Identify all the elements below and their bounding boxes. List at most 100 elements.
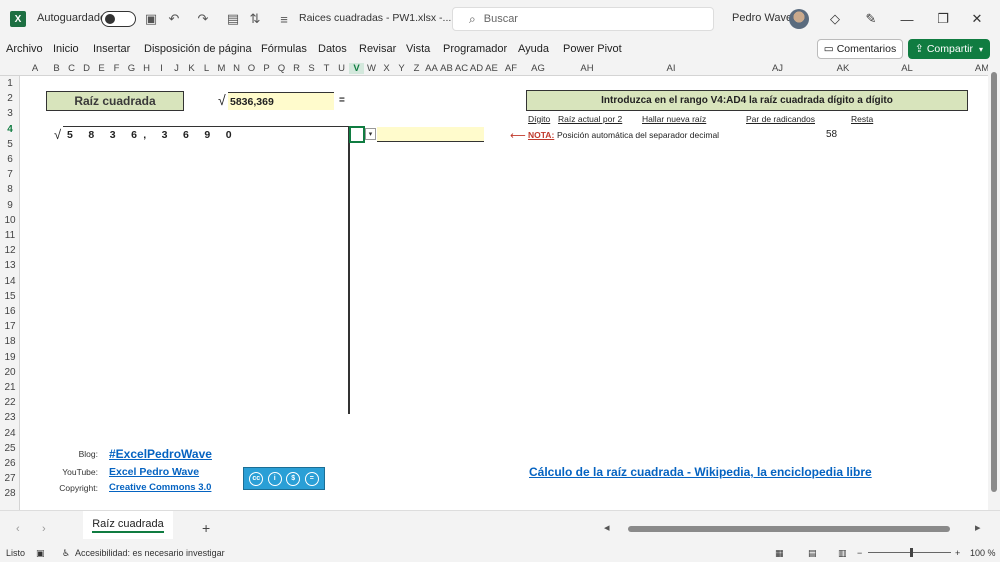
row-header-5[interactable]: 5 bbox=[0, 139, 20, 150]
worksheet-grid[interactable]: Raíz cuadrada √ 5836,369 = Introduzca en… bbox=[21, 76, 988, 510]
next-sheet-icon[interactable]: › bbox=[42, 523, 46, 535]
menu-programador[interactable]: Programador bbox=[443, 43, 507, 55]
row-header-16[interactable]: 16 bbox=[0, 306, 20, 317]
undo-icon[interactable]: ↶ bbox=[165, 10, 183, 28]
menu-power-pivot[interactable]: Power Pivot bbox=[563, 43, 622, 55]
pen-icon[interactable]: ✎ bbox=[860, 9, 882, 29]
youtube-label[interactable]: YouTube: bbox=[38, 467, 98, 477]
column-header-af[interactable]: AF bbox=[499, 63, 523, 74]
row-header-2[interactable]: 2 bbox=[0, 93, 20, 104]
row-header-8[interactable]: 8 bbox=[0, 184, 20, 195]
menu-revisar[interactable]: Revisar bbox=[359, 43, 396, 55]
column-header-x[interactable]: X bbox=[379, 63, 394, 74]
search-input[interactable]: ⌕ Buscar bbox=[452, 7, 714, 31]
note-label[interactable]: NOTA: bbox=[528, 130, 554, 140]
diamond-icon[interactable]: ◇ bbox=[824, 9, 846, 29]
column-header-c[interactable]: C bbox=[64, 63, 79, 74]
column-header-t[interactable]: T bbox=[319, 63, 334, 74]
hscroll-right-icon[interactable]: ▸ bbox=[975, 521, 981, 534]
dropdown-arrow-icon[interactable]: ▾ bbox=[365, 128, 376, 140]
vertical-scroll-thumb[interactable] bbox=[991, 72, 997, 492]
column-header-al[interactable]: AL bbox=[852, 63, 962, 74]
column-header-aa[interactable]: AA bbox=[424, 63, 439, 74]
zoom-knob[interactable] bbox=[910, 548, 913, 557]
column-header-z[interactable]: Z bbox=[409, 63, 424, 74]
menu-vista[interactable]: Vista bbox=[406, 43, 430, 55]
share-button[interactable]: ⇪ Compartir ▾ bbox=[908, 39, 990, 59]
column-header-s[interactable]: S bbox=[304, 63, 319, 74]
label-raiz-actual[interactable]: Raíz actual por 2 bbox=[558, 114, 622, 124]
menu-formulas[interactable]: Fórmulas bbox=[261, 43, 307, 55]
youtube-link[interactable]: Excel Pedro Wave bbox=[109, 466, 199, 478]
column-header-v[interactable]: V bbox=[349, 63, 364, 74]
radicand-cell[interactable]: 5836,369 bbox=[228, 92, 334, 110]
creative-commons-badge[interactable]: cc i $ = bbox=[243, 467, 325, 490]
form-icon[interactable]: ▤ bbox=[224, 10, 242, 28]
row-header-9[interactable]: 9 bbox=[0, 200, 20, 211]
sheet-title-cell[interactable]: Raíz cuadrada bbox=[46, 91, 184, 111]
input-range-cells[interactable] bbox=[377, 127, 484, 142]
row-header-12[interactable]: 12 bbox=[0, 245, 20, 256]
copyright-label[interactable]: Copyright: bbox=[38, 483, 98, 493]
menu-datos[interactable]: Datos bbox=[318, 43, 347, 55]
column-header-g[interactable]: G bbox=[124, 63, 139, 74]
column-header-a[interactable]: A bbox=[21, 63, 49, 74]
horizontal-scroll-thumb[interactable] bbox=[628, 526, 950, 532]
column-header-i[interactable]: I bbox=[154, 63, 169, 74]
row-header-10[interactable]: 10 bbox=[0, 215, 20, 226]
instruction-header[interactable]: Introduzca en el rango V4:AD4 la raíz cu… bbox=[526, 90, 968, 111]
resta-value[interactable]: 58 bbox=[826, 129, 837, 140]
vertical-scrollbar[interactable] bbox=[988, 62, 1000, 522]
label-par-radicandos[interactable]: Par de radicandos bbox=[746, 114, 815, 124]
page-layout-icon[interactable]: ▤ bbox=[808, 548, 817, 559]
label-hallar-nueva[interactable]: Hallar nueva raíz bbox=[642, 114, 706, 124]
row-header-27[interactable]: 27 bbox=[0, 473, 20, 484]
column-header-ab[interactable]: AB bbox=[439, 63, 454, 74]
column-header-n[interactable]: N bbox=[229, 63, 244, 74]
column-header-d[interactable]: D bbox=[79, 63, 94, 74]
row-header-1[interactable]: 1 bbox=[0, 78, 20, 89]
row-header-20[interactable]: 20 bbox=[0, 367, 20, 378]
blog-link[interactable]: #ExcelPedroWave bbox=[109, 447, 212, 461]
column-header-e[interactable]: E bbox=[94, 63, 109, 74]
normal-view-icon[interactable]: ▦ bbox=[775, 548, 784, 559]
column-header-o[interactable]: O bbox=[244, 63, 259, 74]
customize-toolbar-icon[interactable]: ≡ bbox=[275, 10, 293, 28]
copyright-link[interactable]: Creative Commons 3.0 bbox=[109, 482, 211, 493]
column-header-j[interactable]: J bbox=[169, 63, 184, 74]
redo-icon[interactable]: ↷ bbox=[194, 10, 212, 28]
column-header-ac[interactable]: AC bbox=[454, 63, 469, 74]
row-header-22[interactable]: 22 bbox=[0, 397, 20, 408]
column-header-k[interactable]: K bbox=[184, 63, 199, 74]
column-header-r[interactable]: R bbox=[289, 63, 304, 74]
column-header-l[interactable]: L bbox=[199, 63, 214, 74]
column-header-u[interactable]: U bbox=[334, 63, 349, 74]
radicand-digits[interactable]: 5 8 3 6, 3 6 9 0 bbox=[67, 129, 238, 141]
row-header-24[interactable]: 24 bbox=[0, 428, 20, 439]
menu-inicio[interactable]: Inicio bbox=[53, 43, 79, 55]
column-header-f[interactable]: F bbox=[109, 63, 124, 74]
row-header-14[interactable]: 14 bbox=[0, 276, 20, 287]
column-header-ad[interactable]: AD bbox=[469, 63, 484, 74]
accessibility-icon[interactable]: ♿ bbox=[62, 548, 70, 559]
autosave-toggle[interactable] bbox=[101, 11, 136, 27]
row-header-11[interactable]: 11 bbox=[0, 230, 20, 241]
row-header-7[interactable]: 7 bbox=[0, 169, 20, 180]
column-header-ag[interactable]: AG bbox=[523, 63, 553, 74]
row-header-17[interactable]: 17 bbox=[0, 321, 20, 332]
blog-label[interactable]: Blog: bbox=[38, 449, 98, 459]
column-header-aj[interactable]: AJ bbox=[721, 63, 834, 74]
column-header-ai[interactable]: AI bbox=[621, 63, 721, 74]
page-break-icon[interactable]: ▥ bbox=[838, 548, 847, 559]
column-header-p[interactable]: P bbox=[259, 63, 274, 74]
menu-archivo[interactable]: Archivo bbox=[6, 43, 43, 55]
sort-icon[interactable]: ⇅ bbox=[246, 10, 264, 28]
column-header-w[interactable]: W bbox=[364, 63, 379, 74]
accessibility-status[interactable]: Accesibilidad: es necesario investigar bbox=[75, 548, 225, 558]
row-header-6[interactable]: 6 bbox=[0, 154, 20, 165]
row-header-25[interactable]: 25 bbox=[0, 443, 20, 454]
user-name[interactable]: Pedro Wave bbox=[732, 12, 792, 24]
macro-record-icon[interactable]: ▣ bbox=[36, 548, 45, 559]
save-icon[interactable]: ▣ bbox=[142, 10, 160, 28]
note-text[interactable]: Posición automática del separador decima… bbox=[557, 130, 719, 140]
